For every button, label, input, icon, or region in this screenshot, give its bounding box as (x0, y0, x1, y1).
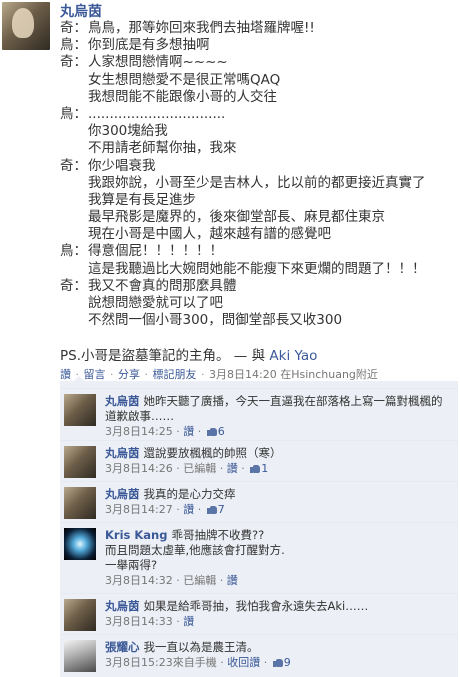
comment-text-line: 一舉兩得? (105, 558, 158, 572)
post-line: 這是我聽過比大婉問她能不能瘦下來更爛的問題了！！！ (88, 260, 426, 277)
comment-body: 丸烏茵 我真的是心力交瘁 3月8日14:27 · 讚 · 7 (105, 487, 452, 517)
comment-like-link[interactable]: 讚 (227, 574, 238, 587)
comment-link[interactable]: 留言 (84, 368, 106, 381)
comment-text: 乖哥抽牌不收費?? (171, 528, 265, 542)
post-line: 最早飛影是魔界的，後來御堂部長、麻見都住東京 (88, 209, 385, 226)
share-link[interactable]: 分享 (118, 368, 140, 381)
post-line: 我算是有長足進步 (88, 191, 196, 208)
post-ps: PS.小哥是盜墓筆記的主角。 — 與 Aki Yao (60, 344, 317, 364)
edited-label[interactable]: 已編輯 (183, 462, 216, 475)
poster-avatar[interactable] (2, 2, 50, 50)
comment-time[interactable]: 3月8日15:23 (105, 656, 173, 669)
comment-author[interactable]: 丸烏茵 (105, 599, 140, 613)
like-count[interactable]: 9 (284, 656, 291, 669)
comment-like-link[interactable]: 讚 (183, 425, 194, 438)
post-line: 我跟妳說，小哥至少是吉林人，比以前的都更接近真實了 (88, 174, 426, 191)
comment-author[interactable]: Kris Kang (105, 528, 167, 542)
post-line: 不然問一個小哥300，問御堂部長又收300 (88, 312, 343, 329)
edited-label[interactable]: 已編輯 (183, 574, 216, 587)
thumbs-up-icon (206, 426, 217, 436)
post-line: 你300塊給我 (88, 123, 168, 140)
comment-body: 丸烏茵 如果是給乖哥抽，我怕我會永遠失去Aki…… 3月8日14:33 · 讚 (105, 599, 452, 629)
post-timestamp[interactable]: 3月8日14:20 (209, 368, 277, 381)
comment-text: 還說要放楓楓的帥照（寒） (143, 446, 282, 460)
ps-text: PS.小哥是盜墓筆記的主角。 (60, 348, 230, 364)
comment-text: 我真的是心力交瘁 (143, 487, 236, 501)
thumbs-up-icon (206, 504, 217, 514)
comment-item: 丸烏茵 她昨天聽了廣播，今天一直逼我在部落格上寫一篇對楓楓的道歉啟事…… 3月8日… (60, 388, 458, 438)
thumbs-up-icon (272, 657, 283, 667)
post-line: 奇： 鳥鳥，那等妳回來我們去抽塔羅牌喔!! (60, 20, 315, 36)
post-location: 在Hsinchuang附近 (280, 368, 378, 381)
thumbs-up-icon (250, 463, 261, 473)
comment-item: 張耀心 我一直以為是農王清。 3月8日15:23來自手機 · 收回讚 · 9 (60, 634, 458, 674)
comment-body: Kris Kang 乖哥抽牌不收費?? 而且問題太虛華,他應該會打醒對方. 一舉兩… (105, 528, 452, 588)
comment-meta: 3月8日14:27 · 讚 · 7 (105, 503, 225, 516)
post-line: 說想問戀愛就可以了吧 (88, 295, 223, 311)
post-line: 奇： 你少唱衰我 (60, 157, 156, 174)
comment-time[interactable]: 3月8日14:32 (105, 574, 173, 587)
comment-author[interactable]: 丸烏茵 (105, 446, 140, 460)
mobile-label[interactable]: 來自手機 (173, 656, 217, 669)
post-actions: 讚 · 留言 · 分享 · 標記朋友 · 3月8日14:20 在Hsinchua… (60, 368, 378, 381)
post-line: 鳥： 你到底是有多想抽啊 (60, 37, 210, 54)
comment-list: 丸烏茵 她昨天聽了廣播，今天一直逼我在部落格上寫一篇對楓楓的道歉啟事…… 3月8日… (60, 376, 458, 677)
post: 丸烏茵 奇： 鳥鳥，那等妳回來我們去抽塔羅牌喔!! 鳥： 你到底是有多想抽啊 奇：人… (0, 0, 460, 677)
post-line: 我想問能不能跟像小哥的人交往 (88, 88, 277, 105)
comment-like-link[interactable]: 讚 (183, 503, 194, 516)
like-count[interactable]: 6 (218, 425, 225, 438)
comment-author[interactable]: 丸烏茵 (105, 487, 140, 501)
tagged-user-link[interactable]: Aki Yao (269, 348, 317, 364)
avatar[interactable] (64, 599, 96, 631)
post-body: 奇： 鳥鳥，那等妳回來我們去抽塔羅牌喔!! 鳥： 你到底是有多想抽啊 奇： 人家想問戀… (60, 20, 456, 329)
with-prefix: — 與 (229, 348, 270, 364)
post-line: 鳥： 得意個屁！！！！！！ (60, 243, 223, 260)
avatar[interactable] (64, 394, 96, 426)
post-line: 現在小哥是中國人，越來越有譜的感覺吧 (88, 226, 331, 243)
poster-name[interactable]: 丸烏茵 (60, 1, 102, 21)
avatar[interactable] (64, 528, 96, 560)
comment-text-line: 而且問題太虛華,他應該會打醒對方. (105, 543, 285, 557)
unlike-link[interactable]: 收回讚 (227, 656, 260, 669)
like-count[interactable]: 1 (261, 462, 268, 475)
post-line: 奇： 人家想問戀情啊~~~~ (60, 54, 228, 71)
comment-time[interactable]: 3月8日14:27 (105, 503, 173, 516)
comment-time[interactable]: 3月8日14:26 (105, 462, 173, 475)
comment-time[interactable]: 3月8日14:25 (105, 425, 173, 438)
post-line: 奇： 我又不會真的問那麼具體 (60, 277, 237, 294)
comment-meta: 3月8日14:26 · 已編輯 · 讚 · 1 (105, 462, 269, 475)
comment-item: Kris Kang 乖哥抽牌不收費?? 而且問題太虛華,他應該會打醒對方. 一舉兩… (60, 522, 458, 588)
comment-text: 我一直以為是農王清。 (143, 640, 259, 654)
comment-like-link[interactable]: 讚 (183, 615, 194, 628)
comment-meta: 3月8日15:23來自手機 · 收回讚 · 9 (105, 656, 291, 669)
comment-meta: 3月8日14:25 · 讚 · 6 (105, 425, 225, 438)
comment-meta: 3月8日14:33 · 讚 (105, 615, 195, 628)
comment-time[interactable]: 3月8日14:33 (105, 615, 173, 628)
comment-item: 丸烏茵 還說要放楓楓的帥照（寒） 3月8日14:26 · 已編輯 · 讚 · 1 (60, 440, 458, 478)
avatar[interactable] (64, 446, 96, 478)
post-line: 不用請老師幫你抽，我來 (88, 140, 237, 157)
comment-item: 丸烏茵 我真的是心力交瘁 3月8日14:27 · 讚 · 7 (60, 481, 458, 519)
comment-item: 丸烏茵 如果是給乖哥抽，我怕我會永遠失去Aki…… 3月8日14:33 · 讚 (60, 593, 458, 631)
comment-body: 丸烏茵 還說要放楓楓的帥照（寒） 3月8日14:26 · 已編輯 · 讚 · 1 (105, 446, 452, 476)
comment-body: 張耀心 我一直以為是農王清。 3月8日15:23來自手機 · 收回讚 · 9 (105, 640, 452, 670)
comment-author[interactable]: 丸烏茵 (105, 394, 140, 408)
comment-meta: 3月8日14:32 · 已編輯 · 讚 (105, 574, 238, 587)
comment-body: 丸烏茵 她昨天聽了廣播，今天一直逼我在部落格上寫一篇對楓楓的道歉啟事…… 3月8日… (105, 394, 452, 439)
post-line: 鳥：................................ (60, 105, 226, 122)
avatar[interactable] (64, 640, 96, 672)
comment-caret (74, 376, 84, 381)
comment-like-link[interactable]: 讚 (227, 462, 238, 475)
comment-text: 她昨天聽了廣播，今天一直逼我在部落格上寫一篇對楓楓的道歉啟事…… (105, 394, 443, 423)
comment-author[interactable]: 張耀心 (105, 640, 140, 654)
like-count[interactable]: 7 (218, 503, 225, 516)
comment-text: 如果是給乖哥抽，我怕我會永遠失去Aki…… (143, 599, 369, 613)
post-line: 女生想問戀愛不是很正常嗎QAQ (88, 71, 281, 88)
avatar[interactable] (64, 487, 96, 519)
tag-friends-link[interactable]: 標記朋友 (153, 368, 197, 381)
like-link[interactable]: 讚 (60, 368, 71, 381)
